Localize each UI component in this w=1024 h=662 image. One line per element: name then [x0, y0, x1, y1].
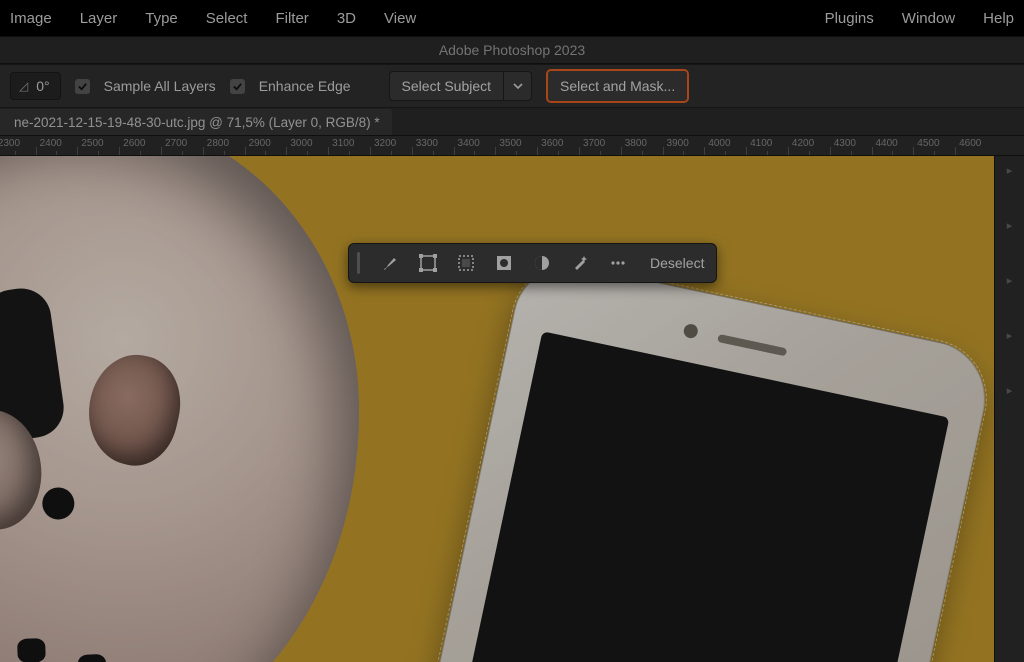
panel-collapse-icon[interactable]: ▸ — [1007, 274, 1013, 287]
brush-icon[interactable] — [378, 251, 402, 275]
mask-icon[interactable] — [492, 251, 516, 275]
piggy-ear — [78, 346, 190, 473]
angle-field[interactable]: ◿ 0° — [10, 72, 61, 100]
select-subject-caret[interactable] — [504, 71, 532, 101]
select-subject-dropdown[interactable]: Select Subject — [389, 71, 533, 101]
piggy-nostril — [78, 654, 107, 662]
ruler-tick-label: 2800 — [207, 138, 229, 149]
contextual-task-bar[interactable]: Deselect — [348, 243, 717, 283]
select-subject-button[interactable]: Select Subject — [389, 71, 505, 101]
menu-item-window[interactable]: Window — [902, 10, 955, 27]
piggy-eye — [42, 487, 75, 520]
panel-collapse-icon[interactable]: ▸ — [1007, 219, 1013, 232]
menu-item-layer[interactable]: Layer — [80, 10, 118, 27]
window-title: Adobe Photoshop 2023 — [439, 42, 585, 58]
ruler-tick-label: 2500 — [81, 138, 103, 149]
select-and-mask-label: Select and Mask... — [560, 78, 675, 94]
ruler-tick-label: 3800 — [625, 138, 647, 149]
ruler-tick-label: 4400 — [876, 138, 898, 149]
drag-handle-icon[interactable] — [357, 252, 360, 274]
feather-icon[interactable] — [530, 251, 554, 275]
horizontal-ruler[interactable]: 2200230024002500260027002800290030003100… — [0, 136, 1024, 156]
window-title-bar: Adobe Photoshop 2023 — [0, 36, 1024, 64]
angle-value: 0° — [36, 78, 49, 94]
menu-item-help[interactable]: Help — [983, 10, 1014, 27]
menu-item-image[interactable]: Image — [10, 10, 52, 27]
document-tab[interactable]: ne-2021-12-15-19-48-30-utc.jpg @ 71,5% (… — [0, 109, 392, 135]
ruler-tick-label: 2400 — [40, 138, 62, 149]
menu-left-group: Image Layer Type Select Filter 3D View — [10, 10, 416, 27]
ruler-tick-label: 2700 — [165, 138, 187, 149]
menu-item-view[interactable]: View — [384, 10, 416, 27]
piggy-nostril — [17, 638, 46, 662]
enhance-edge-label: Enhance Edge — [259, 78, 351, 94]
canvas[interactable]: Deselect — [0, 156, 994, 662]
ruler-tick-label: 4200 — [792, 138, 814, 149]
ruler-tick-label: 2600 — [123, 138, 145, 149]
select-subject-label: Select Subject — [402, 78, 492, 94]
menu-item-plugins[interactable]: Plugins — [825, 10, 874, 27]
sample-all-layers-checkbox[interactable] — [75, 79, 90, 94]
ruler-tick-label: 3000 — [290, 138, 312, 149]
ruler-tick-label: 3200 — [374, 138, 396, 149]
select-and-mask-highlight: Select and Mask... — [546, 69, 689, 103]
ruler-tick-label: 3900 — [667, 138, 689, 149]
fill-icon[interactable] — [454, 251, 478, 275]
right-panel-dock[interactable]: ▸ ▸ ▸ ▸ ▸ — [994, 156, 1024, 662]
angle-icon: ◿ — [19, 79, 28, 93]
ruler-tick-label: 4000 — [708, 138, 730, 149]
ruler-tick-label: 4100 — [750, 138, 772, 149]
menu-item-filter[interactable]: Filter — [275, 10, 308, 27]
menu-bar: Image Layer Type Select Filter 3D View P… — [0, 0, 1024, 36]
workspace: Deselect ▸ ▸ ▸ ▸ ▸ — [0, 156, 1024, 662]
magic-wand-icon[interactable] — [568, 251, 592, 275]
ruler-tick-label: 2300 — [0, 138, 20, 149]
chevron-down-icon — [512, 80, 524, 92]
ruler-tick-label: 3600 — [541, 138, 563, 149]
ruler-tick-label: 2900 — [249, 138, 271, 149]
panel-collapse-icon[interactable]: ▸ — [1007, 164, 1013, 177]
ruler-tick-label: 3500 — [499, 138, 521, 149]
ruler-tick-label: 3400 — [458, 138, 480, 149]
panel-collapse-icon[interactable]: ▸ — [1007, 384, 1013, 397]
options-bar: ◿ 0° Sample All Layers Enhance Edge Sele… — [0, 64, 1024, 108]
deselect-button[interactable]: Deselect — [650, 255, 704, 271]
ruler-tick-label: 4300 — [834, 138, 856, 149]
more-icon[interactable] — [606, 251, 630, 275]
enhance-edge-checkbox[interactable] — [230, 79, 245, 94]
transform-icon[interactable] — [416, 251, 440, 275]
ruler-tick-label: 3700 — [583, 138, 605, 149]
ruler-tick-label: 3300 — [416, 138, 438, 149]
ruler-tick-label: 4500 — [917, 138, 939, 149]
menu-right-group: Plugins Window Help — [825, 10, 1014, 27]
menu-item-3d[interactable]: 3D — [337, 10, 356, 27]
sample-all-layers-label: Sample All Layers — [104, 78, 216, 94]
ruler-tick-label: 4600 — [959, 138, 981, 149]
select-and-mask-button[interactable]: Select and Mask... — [548, 71, 687, 101]
document-tab-row: ne-2021-12-15-19-48-30-utc.jpg @ 71,5% (… — [0, 108, 1024, 136]
menu-item-type[interactable]: Type — [145, 10, 178, 27]
panel-collapse-icon[interactable]: ▸ — [1007, 329, 1013, 342]
document-tab-label: ne-2021-12-15-19-48-30-utc.jpg @ 71,5% (… — [14, 115, 380, 130]
ruler-tick-label: 3100 — [332, 138, 354, 149]
menu-item-select[interactable]: Select — [206, 10, 248, 27]
